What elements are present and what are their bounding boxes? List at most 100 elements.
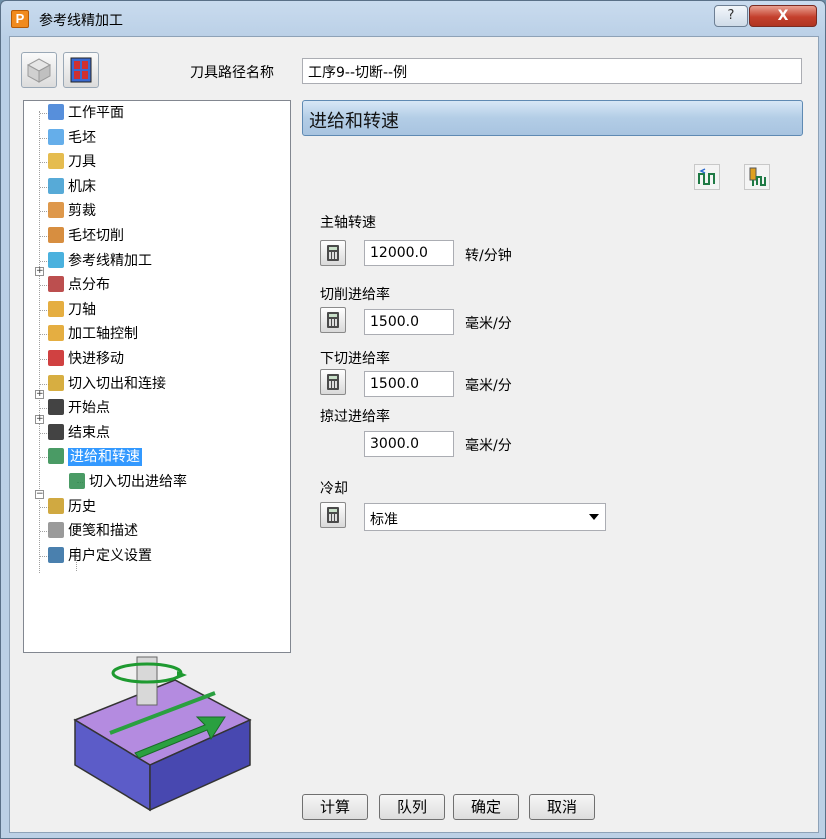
stock-model-button[interactable] — [21, 52, 57, 88]
coolant-options-button[interactable] — [320, 502, 346, 528]
load-feeds-button[interactable] — [694, 164, 720, 190]
tree-item-user-settings[interactable]: 用户定义设置 — [48, 545, 152, 567]
limit-icon — [48, 202, 64, 218]
plunge-feed-unit: 毫米/分 — [465, 378, 512, 394]
coolant-select[interactable]: 标准 — [364, 503, 606, 531]
tree-item-label: 进给和转速 — [68, 448, 142, 466]
history-icon — [48, 498, 64, 514]
tree-item-notes[interactable]: 便笺和描述 — [48, 520, 138, 542]
cube-grid-icon — [26, 58, 52, 83]
tree-item-label: 刀具 — [68, 154, 96, 170]
tree-item-label: 历史 — [68, 499, 96, 515]
tree-item-tool[interactable]: 刀具 — [48, 151, 96, 173]
expand-lead-link-toggle[interactable]: + — [35, 415, 44, 424]
spindle-speed-label: 主轴转速 — [320, 215, 376, 231]
workplane-icon — [48, 104, 64, 120]
model-view-button[interactable] — [63, 52, 99, 88]
expand-rapid-move-toggle[interactable]: + — [35, 390, 44, 399]
tree-item-limit[interactable]: 剪裁 — [48, 200, 96, 222]
tree-item-label: 快进移动 — [68, 351, 124, 367]
tree-item-label: 加工轴控制 — [68, 326, 138, 342]
close-button[interactable]: X — [749, 5, 817, 27]
spindle-speed-calc-button[interactable] — [320, 240, 346, 266]
point-distribution-icon — [48, 276, 64, 292]
tree-item-label: 参考线精加工 — [68, 253, 152, 269]
cutting-feed-calc-button[interactable] — [320, 307, 346, 333]
toolpath-name-input[interactable]: 工序9--切断--例 — [302, 58, 802, 84]
spindle-speed-input[interactable]: 12000.0 — [364, 240, 454, 266]
reset-from-tool-button[interactable] — [744, 164, 770, 190]
cutting-feed-input[interactable]: 1500.0 — [364, 309, 454, 335]
start-point-icon — [48, 399, 64, 415]
tree-item-label: 开始点 — [68, 400, 110, 416]
tree-item-rapid-move[interactable]: 快进移动 — [48, 348, 124, 370]
tree-item-block[interactable]: 毛坯 — [48, 127, 96, 149]
coolant-selected-value: 标准 — [370, 512, 398, 528]
tree-item-label: 机床 — [68, 179, 96, 195]
notes-icon — [48, 522, 64, 538]
plunge-feed-label: 下切进给率 — [320, 351, 390, 367]
tree-item-label: 切入切出和连接 — [68, 376, 166, 392]
user-settings-icon — [48, 547, 64, 563]
lead-feed-icon — [69, 473, 85, 489]
tree-item-label: 便笺和描述 — [68, 523, 138, 539]
spindle-speed-unit: 转/分钟 — [465, 248, 512, 264]
dialog-window: P 参考线精加工 ? X 刀具路径名称 工序9--切断--例 工作平面 毛坯 刀… — [0, 0, 826, 839]
tree-item-label: 毛坯切削 — [68, 228, 124, 244]
tree-item-lead-feed[interactable]: 切入切出进给率 — [69, 471, 187, 493]
tree-item-lead-link[interactable]: 切入切出和连接 — [48, 373, 166, 395]
tree-item-history[interactable]: 历史 — [48, 496, 96, 518]
tree-item-axis-control[interactable]: 加工轴控制 — [48, 323, 138, 345]
tree-item-label: 点分布 — [68, 277, 110, 293]
tree-item-label: 刀轴 — [68, 302, 96, 318]
cutting-feed-label: 切削进给率 — [320, 287, 390, 303]
tree-item-label: 用户定义设置 — [68, 548, 152, 564]
window-title: 参考线精加工 — [39, 13, 123, 29]
cancel-button[interactable]: 取消 — [529, 794, 595, 820]
toolpath-name-label: 刀具路径名称 — [190, 65, 274, 81]
tree-item-label: 结束点 — [68, 425, 110, 441]
skim-feed-label: 掠过进给率 — [320, 409, 390, 425]
tree-item-label: 毛坯 — [68, 130, 96, 146]
tool-axis-icon — [48, 301, 64, 317]
plunge-feed-calc-button[interactable] — [320, 369, 346, 395]
block-icon — [48, 129, 64, 145]
tree-item-point-distribution[interactable]: 点分布 — [48, 274, 110, 296]
machine-icon — [48, 178, 64, 194]
feed-illustration-image — [73, 656, 252, 812]
feeds-speeds-icon — [48, 448, 64, 464]
help-button[interactable]: ? — [714, 5, 748, 27]
axis-control-icon — [48, 325, 64, 341]
calculate-button[interactable]: 计算 — [302, 794, 368, 820]
tree-item-end-point[interactable]: 结束点 — [48, 422, 110, 444]
tree-item-workplane[interactable]: 工作平面 — [48, 102, 124, 124]
expand-pattern-finish-toggle[interactable]: + — [35, 267, 44, 276]
feed-load-icon — [698, 168, 715, 185]
plunge-feed-input[interactable]: 1500.0 — [364, 371, 454, 397]
skim-feed-unit: 毫米/分 — [465, 438, 512, 454]
tree-item-machine[interactable]: 机床 — [48, 176, 96, 198]
tree-item-label: 切入切出进给率 — [89, 474, 187, 490]
model-preview-icon — [70, 57, 92, 83]
tree-item-stock-cut[interactable]: 毛坯切削 — [48, 225, 124, 247]
stock-cut-icon — [48, 227, 64, 243]
panel-title: 进给和转速 — [302, 100, 803, 136]
tree-item-pattern-finish[interactable]: 参考线精加工 — [48, 250, 152, 272]
coolant-label: 冷却 — [320, 481, 348, 497]
tree-item-tool-axis[interactable]: 刀轴 — [48, 299, 96, 321]
ok-button[interactable]: 确定 — [453, 794, 519, 820]
tree-item-feeds-speeds[interactable]: 进给和转速 — [48, 446, 142, 468]
tree-item-start-point[interactable]: 开始点 — [48, 397, 110, 419]
skim-feed-input[interactable]: 3000.0 — [364, 431, 454, 457]
tree-item-label: 工作平面 — [68, 105, 124, 121]
app-logo-icon: P — [11, 10, 29, 28]
queue-button[interactable]: 队列 — [379, 794, 445, 820]
toolpath-tree[interactable]: 工作平面毛坯刀具机床剪裁毛坯切削参考线精加工 点分布刀轴加工轴控制快进移动切入切出… — [23, 100, 291, 653]
tool-icon — [48, 153, 64, 169]
dialog-client-area: 刀具路径名称 工序9--切断--例 工作平面毛坯刀具机床剪裁毛坯切削参考线精加工… — [9, 36, 819, 833]
title-bar[interactable]: P 参考线精加工 ? X — [1, 1, 825, 35]
collapse-feeds-speeds-toggle[interactable]: − — [35, 490, 44, 499]
lead-link-icon — [48, 375, 64, 391]
tree-item-label: 剪裁 — [68, 203, 96, 219]
dropdown-arrow-icon[interactable] — [589, 514, 599, 520]
